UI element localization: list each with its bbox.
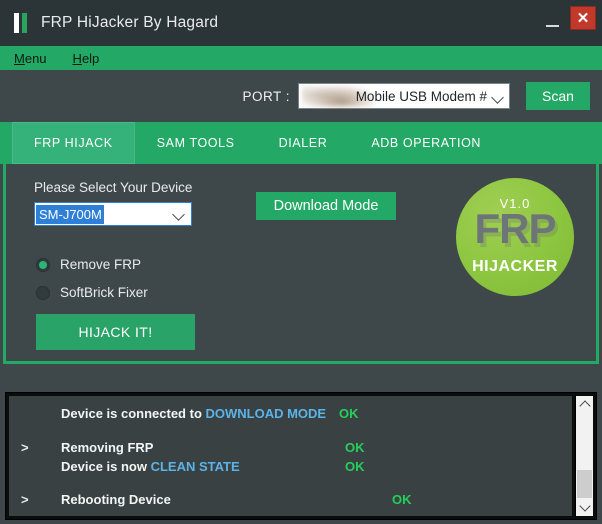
- title-bar: FRP HiJacker By Hagard ✕: [0, 0, 602, 46]
- tab-dialer[interactable]: DIALER: [257, 122, 350, 164]
- port-label: PORT :: [242, 88, 290, 104]
- log-text: Device is now: [61, 459, 151, 474]
- scan-button[interactable]: Scan: [526, 82, 590, 110]
- log-line: Rebooting Device: [61, 492, 171, 507]
- log-console: Device is connected to DOWNLOAD MODE OK …: [5, 392, 597, 520]
- logo-sub-text: HIJACKER: [472, 258, 558, 275]
- app-bars-icon: [14, 13, 27, 33]
- frp-hijack-panel: Please Select Your Device SM-J700M Downl…: [3, 164, 599, 364]
- window-controls: ✕: [540, 0, 602, 46]
- download-mode-button[interactable]: Download Mode: [256, 192, 396, 220]
- log-prompt: >: [21, 492, 29, 507]
- log-scrollbar[interactable]: [575, 396, 593, 516]
- scroll-up-icon[interactable]: [576, 396, 593, 413]
- device-select[interactable]: SM-J700M: [34, 202, 192, 226]
- log-status: OK: [392, 492, 412, 507]
- logo-main-text: FRP: [474, 205, 557, 252]
- chevron-down-icon: [491, 91, 504, 104]
- log-status: OK: [345, 459, 365, 474]
- log-highlight: CLEAN STATE: [150, 459, 240, 474]
- window-title: FRP HiJacker By Hagard: [41, 14, 219, 31]
- device-select-label: Please Select Your Device: [34, 180, 193, 195]
- radio-remove-frp-label: Remove FRP: [60, 257, 142, 272]
- radio-softbrick-fixer-label: SoftBrick Fixer: [60, 285, 148, 300]
- close-icon[interactable]: ✕: [570, 6, 596, 30]
- radio-remove-frp[interactable]: Remove FRP: [36, 257, 141, 272]
- log-text: Device is connected to: [61, 406, 206, 421]
- scroll-down-icon[interactable]: [576, 499, 593, 516]
- frp-hijacker-window: FRP HiJacker By Hagard ✕ Menu Help PORT …: [0, 0, 602, 524]
- port-select[interactable]: Mobile USB Modem #: [298, 83, 510, 109]
- tab-frp-hijack[interactable]: FRP HIJACK: [12, 122, 135, 164]
- port-toolbar: PORT : Mobile USB Modem # Scan: [0, 70, 602, 122]
- log-line: Removing FRP: [61, 440, 153, 455]
- menu-item-help[interactable]: Help: [73, 51, 100, 66]
- tab-sam-tools[interactable]: SAM TOOLS: [135, 122, 257, 164]
- log-text: Removing FRP: [61, 440, 154, 455]
- radio-softbrick-fixer[interactable]: SoftBrick Fixer: [36, 285, 148, 300]
- menu-item-menu[interactable]: Menu: [14, 51, 47, 66]
- minimize-button[interactable]: [540, 10, 566, 36]
- log-status: OK: [339, 406, 359, 421]
- hijack-it-button[interactable]: HIJACK IT!: [36, 314, 195, 350]
- radio-selected-icon: [36, 257, 50, 272]
- log-status: OK: [345, 440, 365, 455]
- radio-unselected-icon: [36, 285, 50, 300]
- log-line: Device is connected to DOWNLOAD MODE: [61, 406, 326, 421]
- frp-hijacker-logo: V1.0 FRP HIJACKER: [456, 178, 574, 296]
- tab-bar: FRP HIJACK SAM TOOLS DIALER ADB OPERATIO…: [0, 122, 602, 164]
- tab-adb-operation[interactable]: ADB OPERATION: [349, 122, 503, 164]
- log-line: Device is now CLEAN STATE: [61, 459, 240, 474]
- port-select-value: Mobile USB Modem #: [355, 88, 487, 104]
- device-select-value: SM-J700M: [36, 204, 104, 224]
- log-prompt: >: [21, 440, 29, 455]
- menu-bar: Menu Help: [0, 46, 602, 70]
- scrollbar-thumb[interactable]: [577, 470, 592, 498]
- log-text: Rebooting Device: [61, 492, 171, 507]
- chevron-down-icon: [172, 208, 185, 221]
- log-highlight: DOWNLOAD MODE: [205, 406, 327, 421]
- log-output: Device is connected to DOWNLOAD MODE OK …: [9, 396, 572, 516]
